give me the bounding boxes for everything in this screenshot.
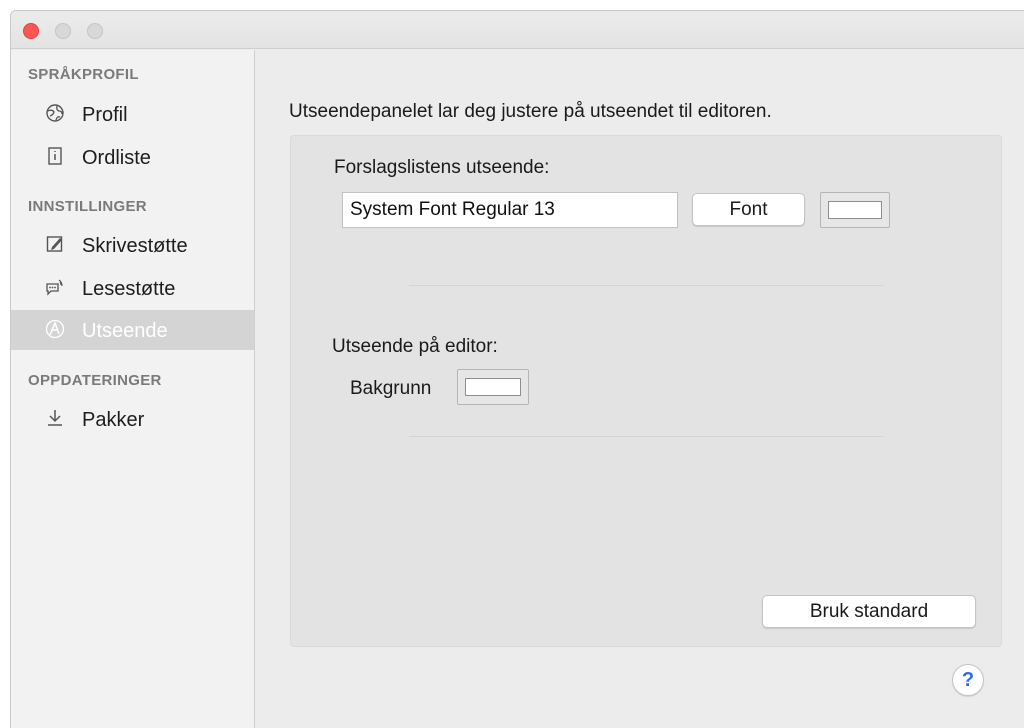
download-icon — [45, 408, 65, 428]
sidebar-section-header-sprakprofil: SPRÅKPROFIL — [28, 66, 139, 83]
sidebar-item-ordliste[interactable]: Ordliste — [11, 137, 254, 177]
zoom-window-button[interactable] — [87, 23, 103, 39]
sidebar-item-label: Ordliste — [82, 147, 151, 169]
title-bar — [11, 11, 1024, 49]
main-content: Utseendepanelet lar deg justere på utsee… — [256, 50, 1024, 728]
sidebar-item-pakker[interactable]: Pakker — [11, 399, 254, 439]
divider — [409, 436, 883, 437]
appearance-panel: Forslagslistens utseende: System Font Re… — [290, 135, 1002, 647]
preferences-window: SPRÅKPROFIL Profil Ordliste INNSTILLINGE… — [10, 10, 1024, 728]
sidebar: SPRÅKPROFIL Profil Ordliste INNSTILLINGE… — [11, 50, 255, 728]
appearance-icon — [45, 319, 65, 339]
minimize-window-button[interactable] — [55, 23, 71, 39]
background-color-well[interactable] — [457, 369, 529, 405]
close-window-button[interactable] — [23, 23, 39, 39]
globe-icon — [45, 103, 65, 123]
intro-text: Utseendepanelet lar deg justere på utsee… — [289, 101, 772, 122]
sidebar-section-header-oppdateringer: OPPDATERINGER — [28, 372, 162, 389]
color-swatch — [828, 201, 882, 219]
divider — [409, 285, 883, 286]
sidebar-item-lesestotte[interactable]: Lesestøtte — [11, 268, 254, 308]
suggestion-list-heading: Forslagslistens utseende: — [334, 157, 550, 178]
sidebar-item-skrivestotte[interactable]: Skrivestøtte — [11, 225, 254, 265]
font-button[interactable]: Font — [692, 193, 805, 226]
sidebar-item-label: Utseende — [82, 320, 168, 342]
font-value-field[interactable]: System Font Regular 13 — [342, 192, 678, 228]
sidebar-item-label: Lesestøtte — [82, 278, 176, 300]
speech-bubble-icon — [45, 277, 65, 297]
suggestion-color-well[interactable] — [820, 192, 890, 228]
sidebar-item-label: Pakker — [82, 409, 145, 431]
book-icon — [45, 146, 65, 166]
sidebar-item-profil[interactable]: Profil — [11, 94, 254, 134]
color-swatch — [465, 378, 521, 396]
help-button[interactable]: ? — [952, 664, 984, 696]
sidebar-item-label: Profil — [82, 104, 128, 126]
pencil-icon — [45, 234, 65, 254]
editor-appearance-heading: Utseende på editor: — [332, 336, 498, 357]
use-default-button[interactable]: Bruk standard — [762, 595, 976, 628]
sidebar-section-header-innstillinger: INNSTILLINGER — [28, 198, 147, 215]
sidebar-item-label: Skrivestøtte — [82, 235, 188, 257]
sidebar-item-utseende[interactable]: Utseende — [11, 310, 254, 350]
background-label: Bakgrunn — [350, 378, 432, 399]
